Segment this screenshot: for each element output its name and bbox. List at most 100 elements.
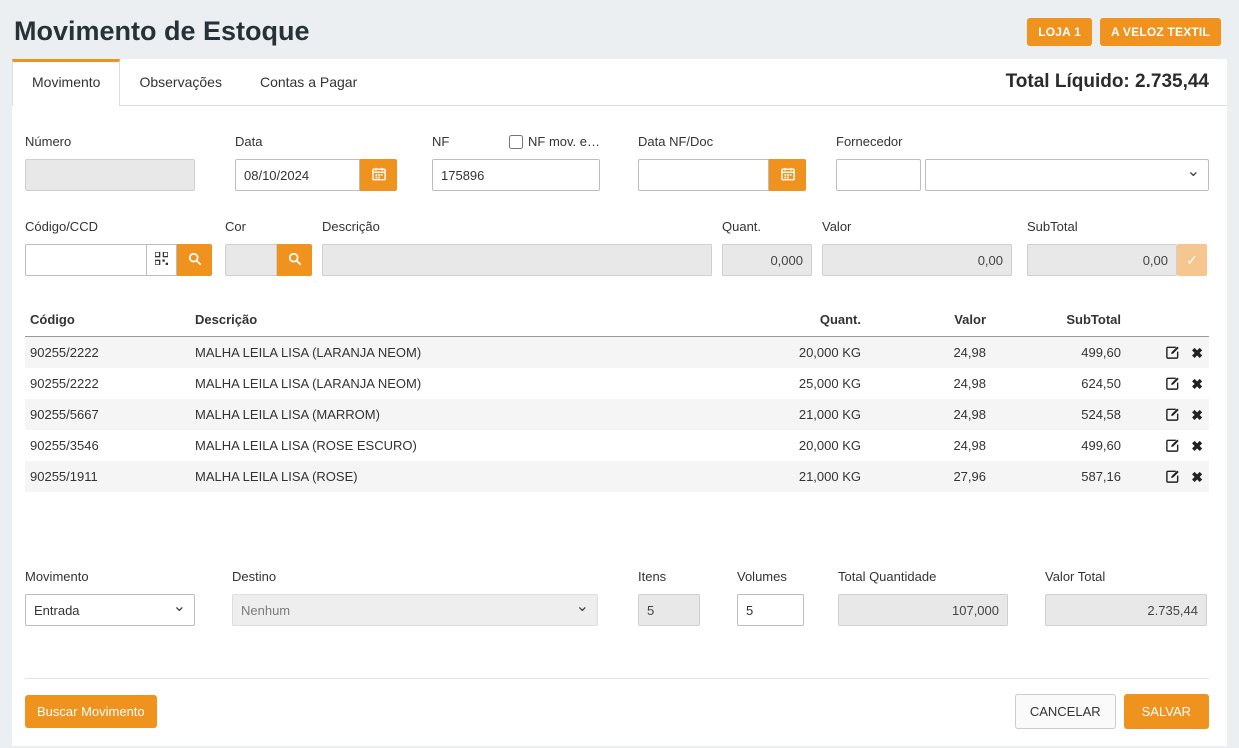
delete-icon[interactable]: ✖ [1191, 346, 1203, 360]
cell-subtotal: 499,60 [986, 438, 1121, 453]
quant-field-group: Quant. [722, 218, 812, 276]
nf-mov-checkbox-wrap[interactable]: NF mov. e… [509, 134, 600, 149]
data-nf-input[interactable] [638, 159, 769, 191]
subtotal-input [1027, 244, 1177, 276]
search-icon [188, 252, 202, 269]
valor-input [822, 244, 1012, 276]
edit-icon[interactable] [1165, 469, 1180, 484]
tab-observacoes[interactable]: Observações [120, 59, 240, 105]
valor-label: Valor [822, 218, 1012, 235]
fornecedor-select[interactable] [925, 159, 1209, 191]
page-title: Movimento de Estoque [14, 16, 310, 47]
cell-quant: 20,000 KG [711, 438, 861, 453]
itens-label: Itens [638, 568, 700, 585]
cell-quant: 20,000 KG [711, 345, 861, 360]
cell-descricao: MALHA LEILA LISA (LARANJA NEOM) [195, 345, 711, 360]
add-item-button[interactable]: ✓ [1177, 244, 1207, 276]
barcode-button[interactable] [147, 244, 177, 276]
edit-icon[interactable] [1165, 376, 1180, 391]
barcode-icon [155, 252, 168, 268]
itens-field-group: Itens [638, 568, 700, 626]
volumes-input[interactable] [737, 594, 804, 626]
cell-valor: 24,98 [861, 407, 986, 422]
salvar-button[interactable]: SALVAR [1124, 694, 1209, 729]
movimento-select[interactable]: Entrada [25, 594, 195, 626]
cell-valor: 27,96 [861, 469, 986, 484]
company-button[interactable]: A VELOZ TEXTIL [1100, 18, 1221, 46]
valor-total-label: Valor Total [1045, 568, 1207, 585]
table-row: 90255/2222 MALHA LEILA LISA (LARANJA NEO… [25, 368, 1209, 399]
header-valor: Valor [861, 312, 986, 327]
main-card: Movimento Observações Contas a Pagar Tot… [12, 59, 1227, 746]
table-row: 90255/1911 MALHA LEILA LISA (ROSE) 21,00… [25, 461, 1209, 492]
form-row-1: Número Data NF [25, 133, 1209, 191]
cell-valor: 24,98 [861, 345, 986, 360]
fornecedor-code-input[interactable] [836, 159, 921, 191]
data-nf-label: Data NF/Doc [638, 133, 806, 150]
data-calendar-button[interactable] [360, 159, 397, 191]
nf-field-group: NF NF mov. e… [432, 133, 600, 191]
action-bar-right: CANCELAR SALVAR [1015, 694, 1209, 729]
cell-codigo: 90255/1911 [25, 469, 195, 484]
footer-form-row: Movimento Entrada Destino Nenhum Itens [25, 568, 1209, 626]
cancelar-button[interactable]: CANCELAR [1015, 694, 1116, 729]
cor-label: Cor [225, 218, 312, 235]
nf-mov-checkbox[interactable] [509, 135, 523, 149]
header-descricao: Descrição [195, 312, 711, 327]
header-actions [1121, 312, 1209, 327]
valor-total-field-group: Valor Total [1045, 568, 1207, 626]
cell-quant: 25,000 KG [711, 376, 861, 391]
volumes-field-group: Volumes [737, 568, 804, 626]
total-quantidade-label: Total Quantidade [838, 568, 1008, 585]
cell-subtotal: 499,60 [986, 345, 1121, 360]
tab-movimento[interactable]: Movimento [12, 59, 120, 106]
movimento-select-wrap: Entrada [25, 594, 195, 626]
tab-contas-a-pagar[interactable]: Contas a Pagar [241, 59, 376, 105]
cell-codigo: 90255/2222 [25, 345, 195, 360]
data-nf-calendar-button[interactable] [769, 159, 806, 191]
form-row-2: Código/CCD Cor [25, 218, 1209, 276]
edit-icon[interactable] [1165, 407, 1180, 422]
itens-input [638, 594, 700, 626]
total-quantidade-field-group: Total Quantidade [838, 568, 1008, 626]
cell-descricao: MALHA LEILA LISA (MARROM) [195, 407, 711, 422]
data-input[interactable] [235, 159, 360, 191]
subtotal-field-group: SubTotal ✓ [1027, 218, 1207, 276]
nf-input[interactable] [432, 159, 600, 191]
codigo-search-button[interactable] [177, 244, 212, 276]
edit-icon[interactable] [1165, 345, 1180, 360]
codigo-input[interactable] [25, 244, 147, 276]
delete-icon[interactable]: ✖ [1191, 377, 1203, 391]
calendar-icon [781, 167, 795, 184]
codigo-label: Código/CCD [25, 218, 212, 235]
check-icon: ✓ [1186, 252, 1198, 269]
cell-quant: 21,000 KG [711, 407, 861, 422]
subtotal-label: SubTotal [1027, 218, 1207, 235]
descricao-label: Descrição [322, 218, 712, 235]
cell-actions: ✖ [1121, 345, 1209, 360]
top-bar: Movimento de Estoque LOJA 1 A VELOZ TEXT… [0, 0, 1239, 59]
items-table: Código Descrição Quant. Valor SubTotal 9… [25, 306, 1209, 492]
cell-codigo: 90255/2222 [25, 376, 195, 391]
delete-icon[interactable]: ✖ [1191, 439, 1203, 453]
cell-descricao: MALHA LEILA LISA (LARANJA NEOM) [195, 376, 711, 391]
cor-input [225, 244, 277, 276]
loja-button[interactable]: LOJA 1 [1027, 18, 1092, 46]
delete-icon[interactable]: ✖ [1191, 470, 1203, 484]
cell-actions: ✖ [1121, 469, 1209, 484]
fornecedor-select-wrap [925, 159, 1209, 191]
edit-icon[interactable] [1165, 438, 1180, 453]
destino-select: Nenhum [232, 594, 598, 626]
cor-search-button[interactable] [277, 244, 312, 276]
cell-descricao: MALHA LEILA LISA (ROSE) [195, 469, 711, 484]
destino-label: Destino [232, 568, 598, 585]
tab-bar: Movimento Observações Contas a Pagar Tot… [12, 59, 1227, 106]
header-codigo: Código [25, 312, 195, 327]
buscar-movimento-button[interactable]: Buscar Movimento [25, 695, 157, 728]
calendar-icon [372, 167, 386, 184]
descricao-field-group: Descrição [322, 218, 712, 276]
card-body: Número Data NF [12, 106, 1227, 746]
table-row: 90255/3546 MALHA LEILA LISA (ROSE ESCURO… [25, 430, 1209, 461]
delete-icon[interactable]: ✖ [1191, 408, 1203, 422]
total-quantidade-input [838, 594, 1008, 626]
